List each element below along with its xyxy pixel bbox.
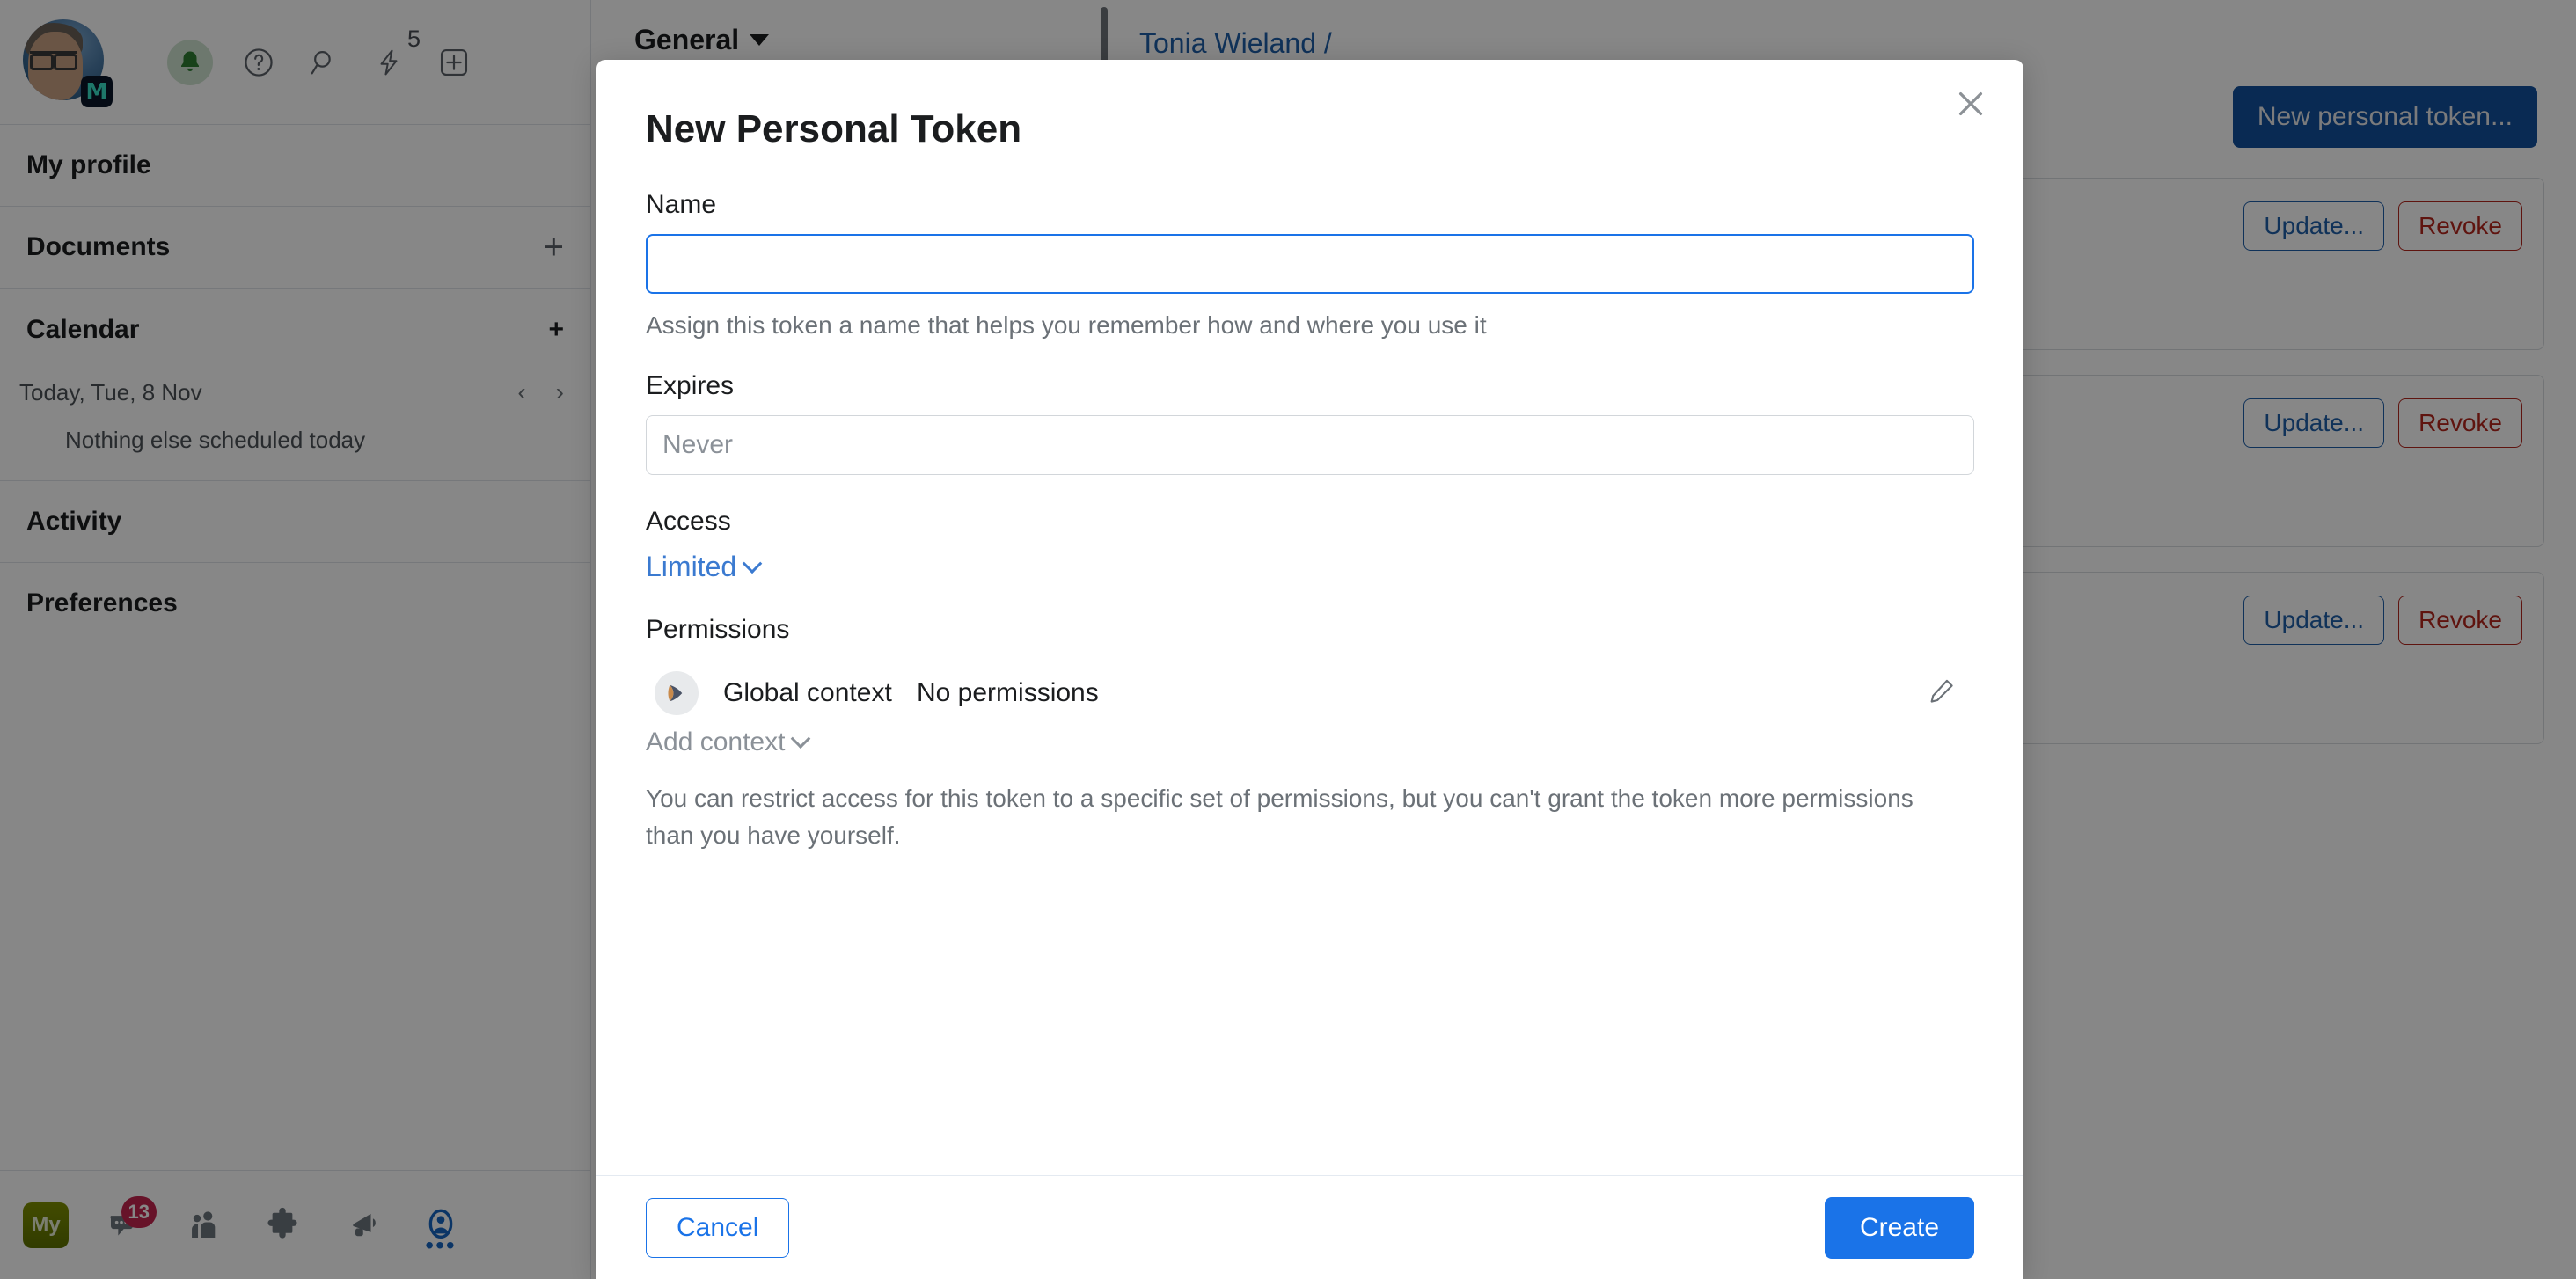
edit-pencil-icon[interactable] xyxy=(1927,676,1957,711)
token-name-input[interactable] xyxy=(646,234,1974,294)
cancel-button[interactable]: Cancel xyxy=(646,1197,790,1258)
permission-context-name: Global context xyxy=(723,678,892,707)
access-level-dropdown[interactable]: Limited xyxy=(646,551,763,583)
permissions-label: Permissions xyxy=(646,615,790,644)
chevron-down-icon xyxy=(791,728,811,749)
global-context-icon xyxy=(655,671,699,715)
dialog-body: New Personal Token Name Assign this toke… xyxy=(596,60,2023,1175)
add-context-dropdown[interactable]: Add context xyxy=(646,727,811,757)
access-level-value: Limited xyxy=(646,551,737,582)
add-context-label: Add context xyxy=(646,727,786,756)
permission-value: No permissions xyxy=(917,678,1099,707)
expires-field-label: Expires xyxy=(646,371,735,400)
permissions-help: You can restrict access for this token t… xyxy=(646,785,1914,849)
create-button[interactable]: Create xyxy=(1824,1196,1974,1259)
dialog-footer: Cancel Create xyxy=(596,1175,2023,1279)
chevron-down-icon xyxy=(742,552,763,574)
access-field-label: Access xyxy=(646,507,731,536)
new-personal-token-dialog: New Personal Token Name Assign this toke… xyxy=(596,60,2023,1279)
dialog-title: New Personal Token xyxy=(646,107,1022,150)
close-icon[interactable] xyxy=(1946,79,1995,128)
token-expires-input[interactable] xyxy=(646,415,1974,475)
name-field-help: Assign this token a name that helps you … xyxy=(646,311,1487,339)
name-field-label: Name xyxy=(646,190,717,219)
permission-row: Global context No permissions xyxy=(646,659,1974,727)
